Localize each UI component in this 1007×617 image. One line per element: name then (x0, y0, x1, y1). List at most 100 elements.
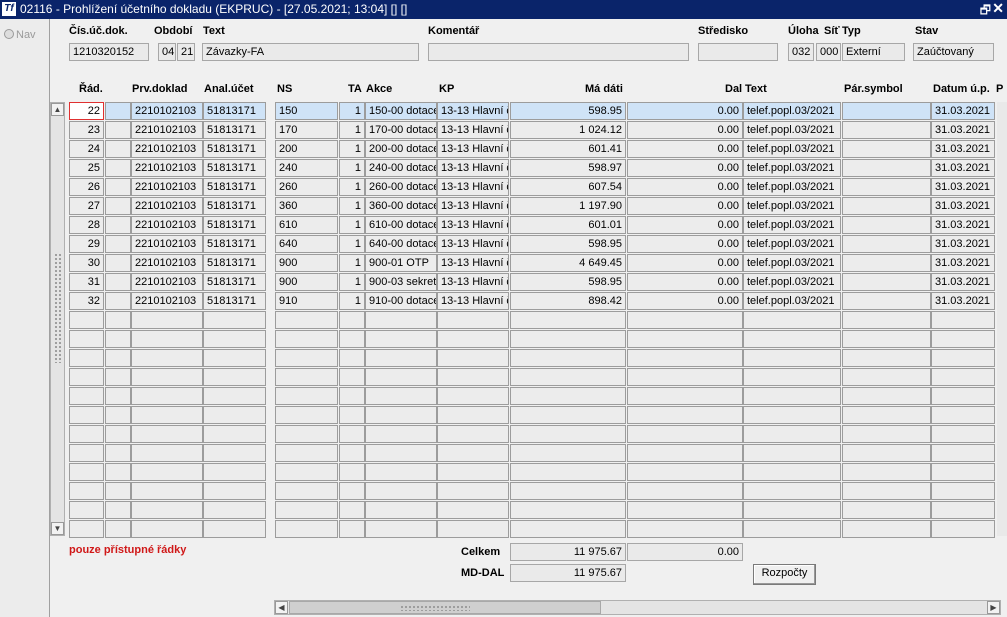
cell-anal-ucet[interactable]: 51813171 (203, 235, 266, 253)
cell-ta[interactable] (339, 444, 365, 462)
cell-prv-doklad[interactable]: 2210102103 (131, 216, 203, 234)
cell-text[interactable]: telef.popl.03/2021 (743, 292, 841, 310)
cell-datum[interactable]: 31.03.2021 (931, 121, 995, 139)
cell-ns[interactable]: 900 (275, 254, 338, 272)
cell-rad[interactable]: 29 (69, 235, 104, 253)
cell-anal-ucet[interactable]: 51813171 (203, 121, 266, 139)
cell-ns[interactable]: 150 (275, 102, 338, 120)
cell-text[interactable]: telef.popl.03/2021 (743, 178, 841, 196)
cell-dal[interactable] (627, 501, 743, 519)
cell-par-symbol[interactable] (842, 311, 931, 329)
cell-blank[interactable] (105, 216, 131, 234)
rozpocty-button[interactable]: Rozpočty (753, 564, 816, 585)
cell-text[interactable] (743, 349, 841, 367)
cell-par-symbol[interactable] (842, 349, 931, 367)
cell-kp[interactable]: 13-13 Hlavní č (437, 140, 509, 158)
cell-anal-ucet[interactable] (203, 444, 266, 462)
cell-ns[interactable]: 240 (275, 159, 338, 177)
cell-ma-dati[interactable]: 607.54 (510, 178, 626, 196)
cell-ma-dati[interactable] (510, 463, 626, 481)
cell-prv-doklad[interactable]: 2210102103 (131, 159, 203, 177)
cell-dal[interactable] (627, 349, 743, 367)
cell-text[interactable]: telef.popl.03/2021 (743, 216, 841, 234)
cell-anal-ucet[interactable]: 51813171 (203, 159, 266, 177)
cell-text[interactable]: telef.popl.03/2021 (743, 235, 841, 253)
cell-rad[interactable]: 32 (69, 292, 104, 310)
cell-text[interactable]: telef.popl.03/2021 (743, 102, 841, 120)
cell-ns[interactable]: 640 (275, 235, 338, 253)
cell-ns[interactable]: 610 (275, 216, 338, 234)
cell-rad[interactable] (69, 349, 104, 367)
cell-rad[interactable] (69, 406, 104, 424)
cell-prv-doklad[interactable]: 2210102103 (131, 273, 203, 291)
cell-datum[interactable]: 31.03.2021 (931, 140, 995, 158)
cell-anal-ucet[interactable] (203, 311, 266, 329)
cell-anal-ucet[interactable]: 51813171 (203, 140, 266, 158)
cell-datum[interactable] (931, 387, 995, 405)
cell-akce[interactable]: 170-00 dotace (365, 121, 437, 139)
cell-ta[interactable] (339, 520, 365, 538)
cell-ta[interactable] (339, 482, 365, 500)
cell-blank[interactable] (105, 501, 131, 519)
cell-anal-ucet[interactable]: 51813171 (203, 292, 266, 310)
cell-kp[interactable] (437, 387, 509, 405)
cell-datum[interactable]: 31.03.2021 (931, 178, 995, 196)
cell-akce[interactable]: 900-01 OTP (365, 254, 437, 272)
scroll-left-icon[interactable]: ◀ (275, 601, 288, 614)
cell-ta[interactable]: 1 (339, 235, 365, 253)
cell-dal[interactable]: 0.00 (627, 102, 743, 120)
cell-anal-ucet[interactable]: 51813171 (203, 102, 266, 120)
cell-ma-dati[interactable] (510, 444, 626, 462)
cell-datum[interactable]: 31.03.2021 (931, 102, 995, 120)
cell-blank[interactable] (105, 425, 131, 443)
right-edge-scrollbar[interactable] (997, 102, 1007, 536)
typ-field[interactable]: Externí (842, 43, 905, 61)
cell-dal[interactable]: 0.00 (627, 216, 743, 234)
cell-ta[interactable]: 1 (339, 178, 365, 196)
cell-ta[interactable]: 1 (339, 292, 365, 310)
cell-rad[interactable] (69, 425, 104, 443)
cell-ta[interactable] (339, 349, 365, 367)
cell-ma-dati[interactable] (510, 368, 626, 386)
cell-ns[interactable] (275, 311, 338, 329)
cell-text[interactable]: telef.popl.03/2021 (743, 159, 841, 177)
cell-akce[interactable]: 200-00 dotace (365, 140, 437, 158)
cell-blank[interactable] (105, 311, 131, 329)
cell-ns[interactable] (275, 330, 338, 348)
cell-blank[interactable] (105, 463, 131, 481)
cell-ma-dati[interactable] (510, 406, 626, 424)
cell-rad[interactable]: 23 (69, 121, 104, 139)
cell-datum[interactable] (931, 520, 995, 538)
cell-ns[interactable] (275, 444, 338, 462)
close-icon[interactable]: ✕ (992, 0, 1004, 17)
cell-kp[interactable]: 13-13 Hlavní č (437, 121, 509, 139)
sit-field[interactable]: 000 (816, 43, 841, 61)
cell-ma-dati[interactable]: 598.97 (510, 159, 626, 177)
cell-ma-dati[interactable]: 601.01 (510, 216, 626, 234)
cell-akce[interactable]: 360-00 dotace (365, 197, 437, 215)
cell-anal-ucet[interactable] (203, 368, 266, 386)
cell-prv-doklad[interactable]: 2210102103 (131, 140, 203, 158)
scroll-right-icon[interactable]: ▶ (987, 601, 1000, 614)
cell-akce[interactable]: 610-00 dotace (365, 216, 437, 234)
cell-par-symbol[interactable] (842, 368, 931, 386)
cell-par-symbol[interactable] (842, 159, 931, 177)
cell-ta[interactable]: 1 (339, 197, 365, 215)
cell-text[interactable] (743, 406, 841, 424)
cis-field[interactable]: 1210320152 (69, 43, 149, 61)
cell-ma-dati[interactable]: 598.95 (510, 102, 626, 120)
cell-ns[interactable]: 900 (275, 273, 338, 291)
cell-rad[interactable] (69, 520, 104, 538)
cell-ns[interactable] (275, 501, 338, 519)
cell-datum[interactable] (931, 482, 995, 500)
cell-text[interactable] (743, 387, 841, 405)
cell-blank[interactable] (105, 121, 131, 139)
cell-akce[interactable] (365, 311, 437, 329)
cell-ta[interactable] (339, 330, 365, 348)
horizontal-scrollbar[interactable]: ◀ ▶ (274, 600, 1001, 615)
cell-blank[interactable] (105, 235, 131, 253)
cell-prv-doklad[interactable]: 2210102103 (131, 254, 203, 272)
cell-ta[interactable]: 1 (339, 159, 365, 177)
text-field[interactable]: Závazky-FA (202, 43, 419, 61)
cell-dal[interactable] (627, 444, 743, 462)
